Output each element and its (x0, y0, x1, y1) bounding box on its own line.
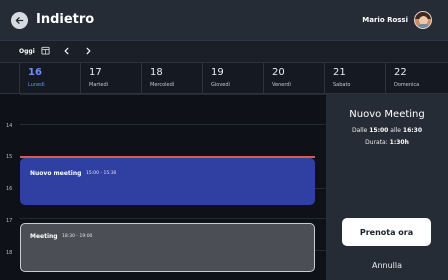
day-number: 18 (150, 67, 163, 78)
day-number: 21 (333, 67, 346, 78)
chevron-right-icon[interactable] (84, 46, 93, 56)
duration-label: Durata: (365, 139, 388, 146)
avatar[interactable] (414, 11, 432, 29)
user-name: Mario Rossi (362, 16, 408, 24)
time-gutter-header (0, 63, 20, 94)
event-title: Nuovo meeting (30, 170, 82, 177)
day-name: Mercoledì (150, 82, 175, 88)
today-button[interactable]: Oggi (19, 47, 35, 56)
meeting-time-range: Dalle 15:00 alle 16:30 (326, 126, 448, 135)
to-time: 16:30 (402, 127, 422, 134)
page-title[interactable]: Indietro (36, 11, 94, 29)
day-number: 17 (89, 67, 102, 78)
to-label: alle (390, 127, 401, 134)
avatar-body (416, 24, 431, 28)
day-number: 20 (272, 67, 285, 78)
week-days-header: 16 Lunedì 17 Martedì 18 Mercoledì 19 Gio… (0, 62, 448, 94)
day-number: 19 (211, 67, 224, 78)
hour-label: 18 (6, 250, 13, 256)
hour-line (20, 124, 326, 125)
meeting-event[interactable]: Meeting 18:30 - 19:00 (20, 223, 315, 272)
meeting-duration: Durata: 1:30h (326, 138, 448, 147)
hour-label: 15 (6, 154, 13, 160)
hour-label: 14 (6, 123, 13, 129)
day-name: Sabato (333, 82, 351, 88)
from-time: 15:00 (369, 127, 389, 134)
time-grid[interactable]: 14 15 16 17 18 Nuovo meeting 15:00 - 15:… (0, 94, 326, 280)
calendar-icon[interactable] (41, 46, 50, 55)
cancel-button[interactable]: Annulla (326, 260, 448, 271)
event-title: Meeting (30, 233, 58, 240)
day-number: 16 (28, 67, 42, 78)
hour-label: 16 (6, 186, 13, 192)
hour-line (20, 218, 326, 219)
panel-title: Nuovo Meeting (349, 109, 425, 120)
from-label: Dalle (351, 127, 368, 134)
chevron-left-icon[interactable] (62, 46, 71, 56)
book-now-button[interactable]: Prenota ora (342, 218, 431, 246)
hour-line (20, 94, 326, 95)
day-name: Venerdì (272, 82, 291, 88)
duration-value: 1:30h (389, 139, 409, 146)
calendar-toolbar: Oggi (0, 40, 448, 62)
day-column-0[interactable]: 16 Lunedì (20, 63, 81, 94)
new-meeting-event[interactable]: Nuovo meeting 15:00 - 15:30 (20, 158, 315, 205)
day-column-2[interactable]: 18 Mercoledì (142, 63, 203, 94)
day-column-1[interactable]: 17 Martedì (81, 63, 142, 94)
day-name: Martedì (89, 82, 109, 88)
hour-label: 17 (6, 218, 13, 224)
day-name: Domenica (394, 82, 420, 88)
meeting-details-panel: Nuovo Meeting Dalle 15:00 alle 16:30 Dur… (326, 94, 448, 280)
event-time: 18:30 - 19:00 (62, 234, 93, 239)
day-column-3[interactable]: 19 Giovedì (203, 63, 264, 94)
day-name: Giovedì (211, 82, 230, 88)
event-time: 15:00 - 15:30 (86, 171, 117, 176)
arrow-left-icon (15, 17, 24, 24)
day-number: 22 (394, 67, 407, 78)
day-name: Lunedì (28, 82, 45, 88)
day-column-4[interactable]: 20 Venerdì (264, 63, 325, 94)
top-bar: Indietro Mario Rossi (0, 0, 448, 40)
day-column-5[interactable]: 21 Sabato (325, 63, 386, 94)
day-column-6[interactable]: 22 Domenica (386, 63, 448, 94)
back-button[interactable] (11, 12, 28, 29)
